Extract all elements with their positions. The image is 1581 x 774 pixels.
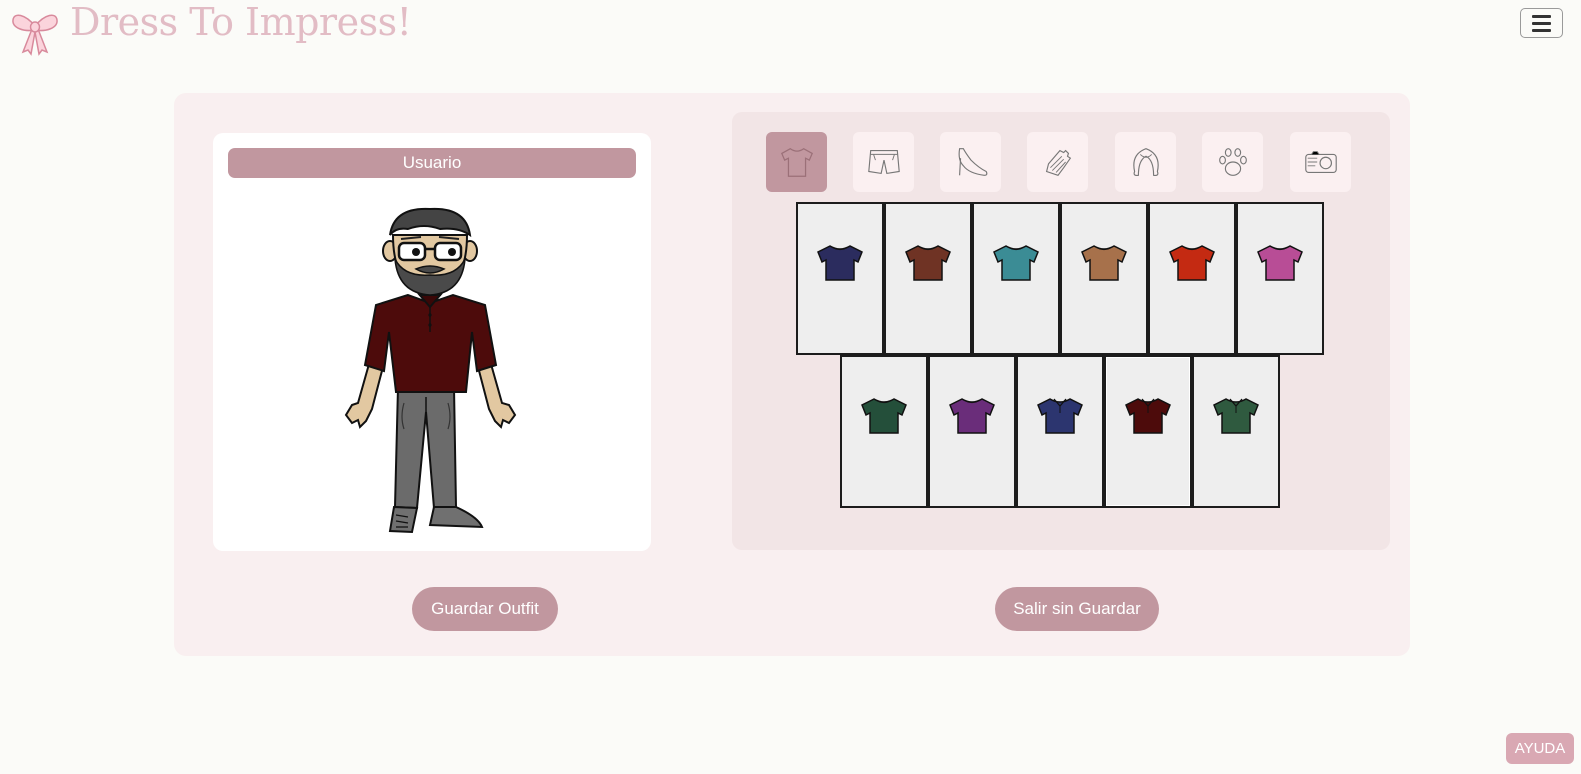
avatar-panel: Usuario (213, 133, 651, 551)
tab-hair[interactable] (1115, 132, 1176, 192)
tshirt-icon (949, 397, 995, 434)
tab-shoes[interactable] (940, 132, 1001, 192)
bow-icon[interactable] (10, 8, 60, 56)
avatar-character (344, 207, 517, 534)
tab-shirts[interactable] (766, 132, 827, 192)
tshirt-icon (861, 397, 907, 434)
tab-pets[interactable] (1202, 132, 1263, 192)
wardrobe-panel (732, 112, 1390, 550)
tshirt-icon (1257, 244, 1303, 281)
clothing-item[interactable] (840, 355, 928, 508)
glove-icon (1045, 149, 1071, 176)
help-button[interactable]: AYUDA (1506, 733, 1574, 764)
clothing-item[interactable] (1016, 355, 1104, 508)
clothing-item[interactable] (1192, 355, 1280, 508)
clothing-item[interactable] (1104, 355, 1192, 508)
camera-icon (1304, 151, 1337, 174)
tshirt-icon (1169, 244, 1215, 281)
tab-accessories[interactable] (1027, 132, 1088, 192)
polo-shirt-icon (1037, 397, 1083, 434)
high-heel-icon (958, 148, 987, 176)
hamburger-icon (1532, 14, 1551, 18)
save-outfit-button[interactable]: Guardar Outfit (412, 587, 558, 631)
paw-icon (1218, 148, 1247, 176)
tshirt-icon (780, 147, 813, 177)
user-name-label: Usuario (228, 148, 636, 178)
top-bar: Dress To Impress! (0, 0, 1581, 56)
tshirt-icon (817, 244, 863, 281)
dress-up-card: Usuario Guardar Outfit Salir sin Guardar (174, 93, 1410, 656)
polo-shirt-icon (1213, 397, 1259, 434)
shorts-icon (867, 150, 900, 175)
clothing-item[interactable] (972, 202, 1060, 355)
clothing-item[interactable] (1148, 202, 1236, 355)
clothing-item[interactable] (1060, 202, 1148, 355)
clothing-item[interactable] (1236, 202, 1324, 355)
tab-background[interactable] (1290, 132, 1351, 192)
exit-without-saving-button[interactable]: Salir sin Guardar (995, 587, 1159, 631)
tshirt-icon (1081, 244, 1127, 281)
tab-pants[interactable] (853, 132, 914, 192)
clothing-item[interactable] (928, 355, 1016, 508)
polo-shirt-icon (1125, 397, 1171, 434)
hair-icon (1132, 148, 1159, 177)
app-title: Dress To Impress! (70, 0, 412, 44)
menu-button[interactable] (1520, 8, 1563, 38)
tshirt-icon (905, 244, 951, 281)
clothing-item[interactable] (884, 202, 972, 355)
tshirt-icon (993, 244, 1039, 281)
clothing-item[interactable] (796, 202, 884, 355)
